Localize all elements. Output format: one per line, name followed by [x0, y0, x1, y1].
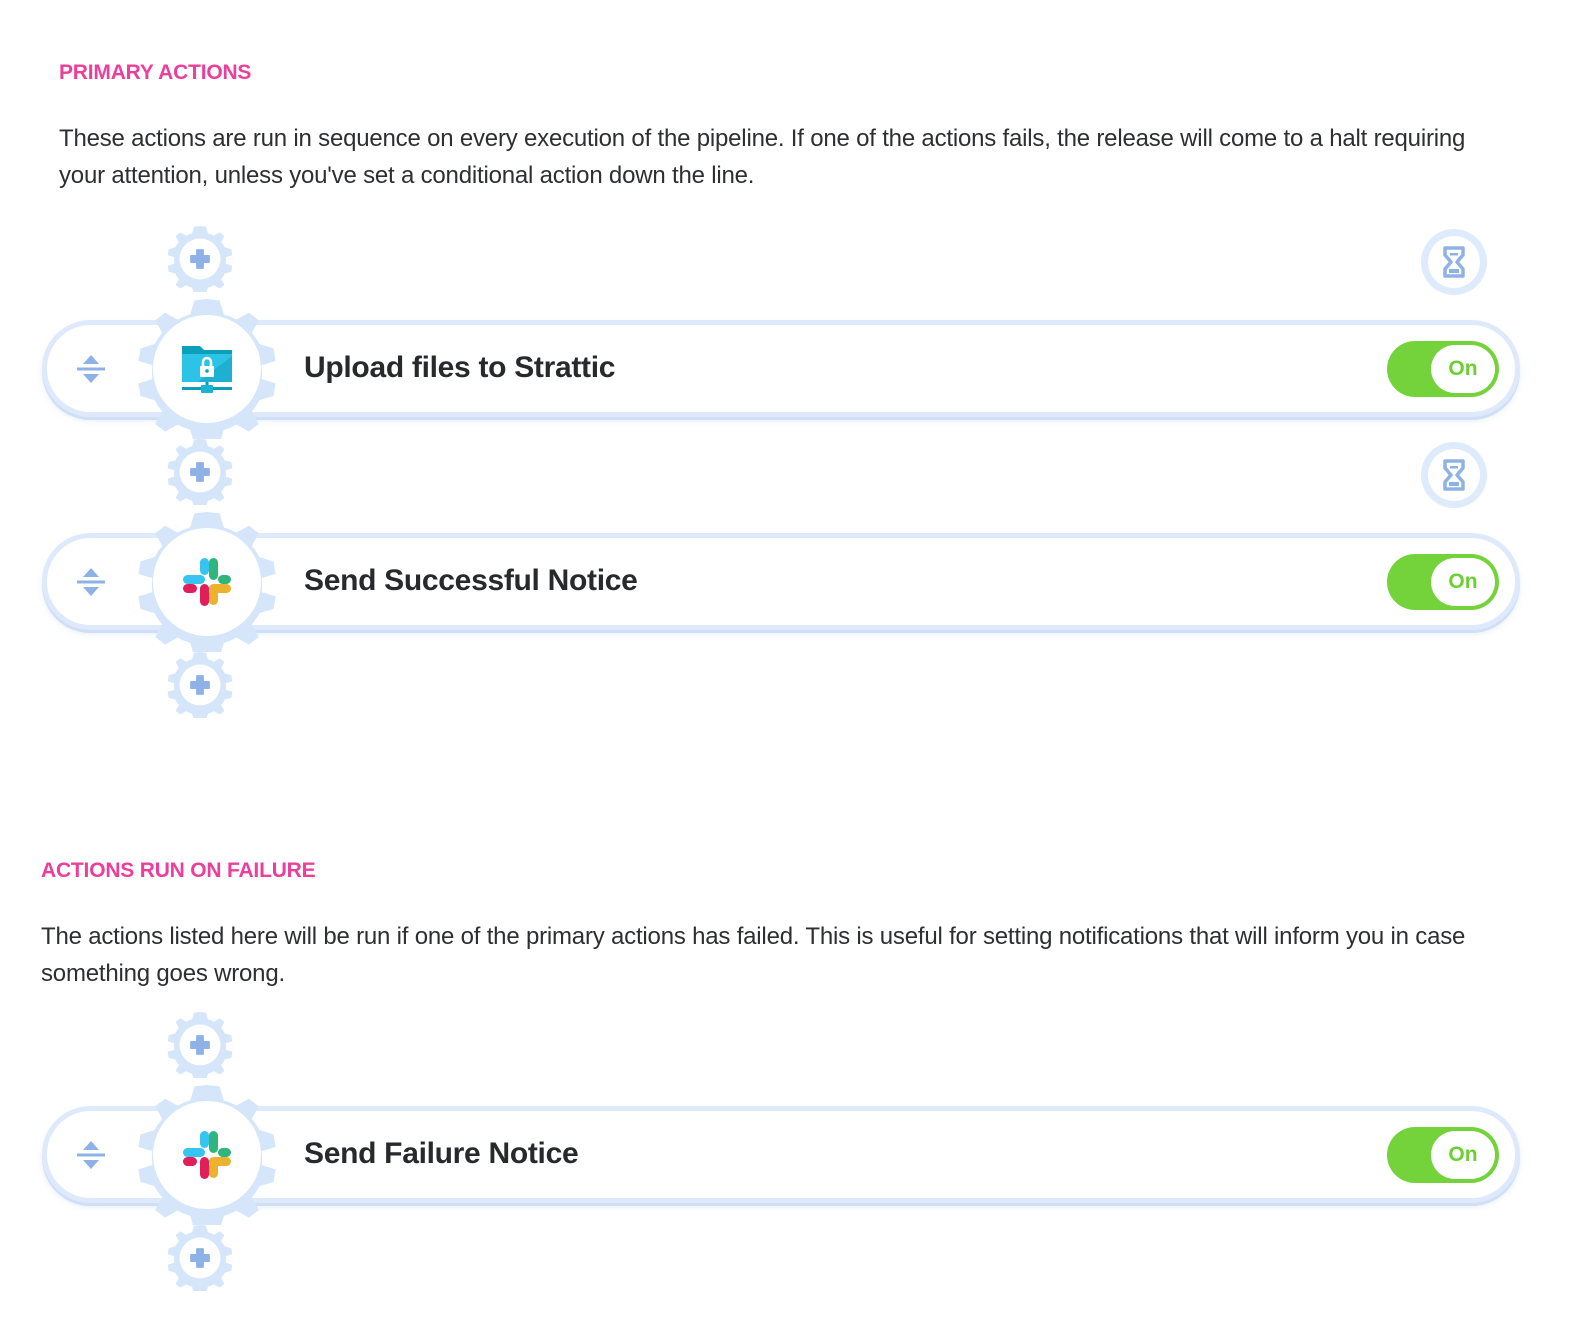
secure-folder-network-icon: [182, 346, 232, 393]
reorder-handle[interactable]: [75, 1139, 107, 1171]
drag-sort-icon: [77, 355, 105, 383]
action-title: Upload files to Strattic: [304, 351, 616, 384]
reorder-handle[interactable]: [75, 566, 107, 598]
add-delay-button[interactable]: [1421, 229, 1487, 295]
gear-plus-icon: [167, 652, 233, 721]
hourglass-icon: [1443, 246, 1465, 278]
reorder-handle[interactable]: [75, 353, 107, 385]
action-icon-gear: [137, 512, 277, 652]
primary-actions-heading: PRIMARY ACTIONS: [59, 61, 252, 84]
drag-sort-icon: [77, 1141, 105, 1169]
drag-sort-icon: [77, 568, 105, 596]
hourglass-icon: [1443, 459, 1465, 491]
failure-actions-heading: ACTIONS RUN ON FAILURE: [41, 859, 316, 882]
add-action-button[interactable]: [167, 652, 233, 721]
gear-plus-icon: [167, 439, 233, 508]
action-enabled-toggle[interactable]: On: [1387, 1127, 1499, 1183]
gear-plus-icon: [167, 1225, 233, 1294]
action-title: Send Successful Notice: [304, 564, 638, 597]
add-delay-button[interactable]: [1421, 442, 1487, 508]
add-action-button[interactable]: [167, 226, 233, 295]
gear-plus-icon: [167, 1012, 233, 1081]
action-card[interactable]: Send Failure Notice On: [42, 1085, 1520, 1225]
action-card[interactable]: Upload files to Strattic On: [42, 299, 1520, 439]
add-action-button[interactable]: [167, 439, 233, 508]
action-enabled-toggle[interactable]: On: [1387, 341, 1499, 397]
gear-plus-icon: [167, 226, 233, 295]
action-icon-gear: [137, 299, 277, 439]
add-action-button[interactable]: [167, 1225, 233, 1294]
action-icon-gear: [137, 1085, 277, 1225]
toggle-label: On: [1431, 345, 1495, 393]
slack-icon: [183, 558, 231, 606]
toggle-label: On: [1431, 1131, 1495, 1179]
action-card[interactable]: Send Successful Notice On: [42, 512, 1520, 652]
action-enabled-toggle[interactable]: On: [1387, 554, 1499, 610]
add-action-button[interactable]: [167, 1012, 233, 1081]
primary-actions-description: These actions are run in sequence on eve…: [59, 125, 1466, 189]
slack-icon: [183, 1131, 231, 1179]
toggle-label: On: [1431, 558, 1495, 606]
action-title: Send Failure Notice: [304, 1137, 579, 1170]
failure-actions-description: The actions listed here will be run if o…: [41, 923, 1466, 987]
